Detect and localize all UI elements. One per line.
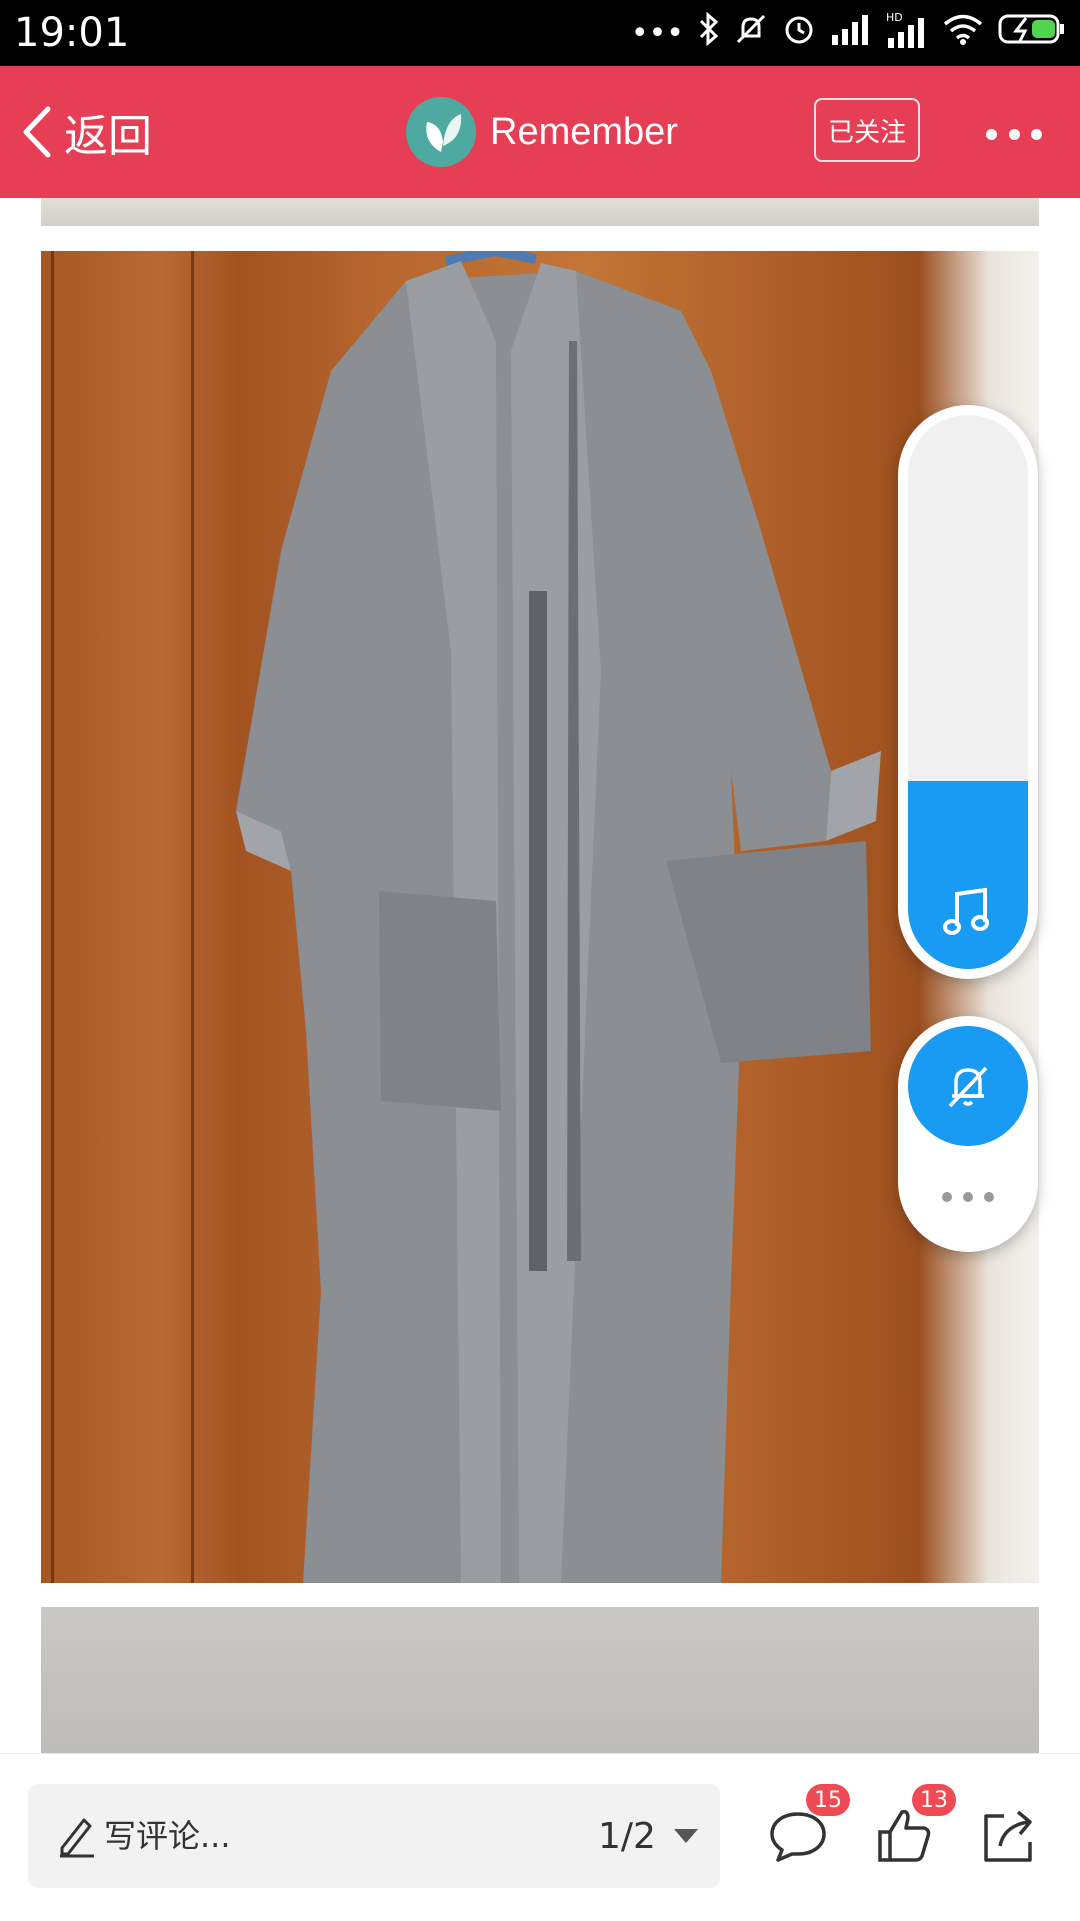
likes-count-badge: 13 [912, 1784, 956, 1816]
bluetooth-icon [698, 11, 720, 54]
bathrobe-photo[interactable] [41, 251, 1039, 1583]
status-bar: 19:01 ••• HD [0, 0, 1080, 66]
page-selector[interactable]: 1/2 [598, 1808, 698, 1864]
back-label: 返回 [64, 111, 152, 162]
comments-count-badge: 15 [806, 1784, 850, 1816]
top-nav-bar: 返回 Remember 已关注 [0, 66, 1080, 198]
more-options-button[interactable] [986, 124, 1042, 144]
share-icon [984, 1810, 1032, 1862]
more-dot-icon [984, 1192, 994, 1202]
pencil-icon [60, 1818, 94, 1858]
avatar[interactable] [406, 97, 476, 167]
svg-text:HD: HD [886, 11, 903, 24]
bottom-action-bar: 写评论... 1/2 15 13 [0, 1753, 1080, 1921]
more-dot-icon [963, 1192, 973, 1202]
bell-off-icon [948, 1066, 988, 1108]
comment-input[interactable]: 写评论... 1/2 [28, 1784, 720, 1888]
hd-signal-icon: HD [886, 10, 928, 56]
photo-previous-crop [41, 198, 1039, 226]
wifi-icon [942, 13, 984, 53]
author-name: Remember [490, 110, 678, 153]
comments-button[interactable]: 15 [766, 1784, 850, 1868]
widget-more-button[interactable] [942, 1192, 994, 1204]
robe-illustration [236, 251, 881, 1583]
author-profile[interactable]: Remember [406, 96, 678, 168]
more-dot-icon [1031, 128, 1042, 140]
more-dot-icon [986, 128, 997, 140]
more-dot-icon [942, 1192, 952, 1202]
alarm-clock-icon [782, 12, 816, 54]
chevron-left-icon [23, 106, 51, 158]
leaf-logo-icon [426, 114, 462, 152]
more-dots-icon: ••• [630, 15, 684, 51]
photo-next-crop [41, 1607, 1039, 1753]
back-button[interactable]: 返回 [20, 100, 152, 164]
like-button[interactable]: 13 [872, 1784, 956, 1868]
alarm-off-icon [734, 12, 768, 54]
status-time: 19:01 [14, 10, 130, 56]
music-volume-track[interactable] [908, 415, 1028, 969]
following-button[interactable]: 已关注 [814, 98, 920, 162]
share-button[interactable] [976, 1804, 1040, 1868]
music-note-icon[interactable] [908, 877, 1028, 947]
mute-notifications-button[interactable] [908, 1026, 1028, 1146]
comment-placeholder: 写评论... [104, 1817, 231, 1855]
status-icons: ••• HD [631, 10, 1066, 56]
notification-widget [898, 1016, 1038, 1252]
page-indicator: 1/2 [598, 1815, 656, 1857]
more-dot-icon [1008, 128, 1020, 140]
battery-charging-icon [998, 13, 1066, 53]
caret-down-icon [673, 1829, 698, 1843]
background-music-widget[interactable] [898, 405, 1038, 979]
signal-icon [830, 13, 872, 53]
